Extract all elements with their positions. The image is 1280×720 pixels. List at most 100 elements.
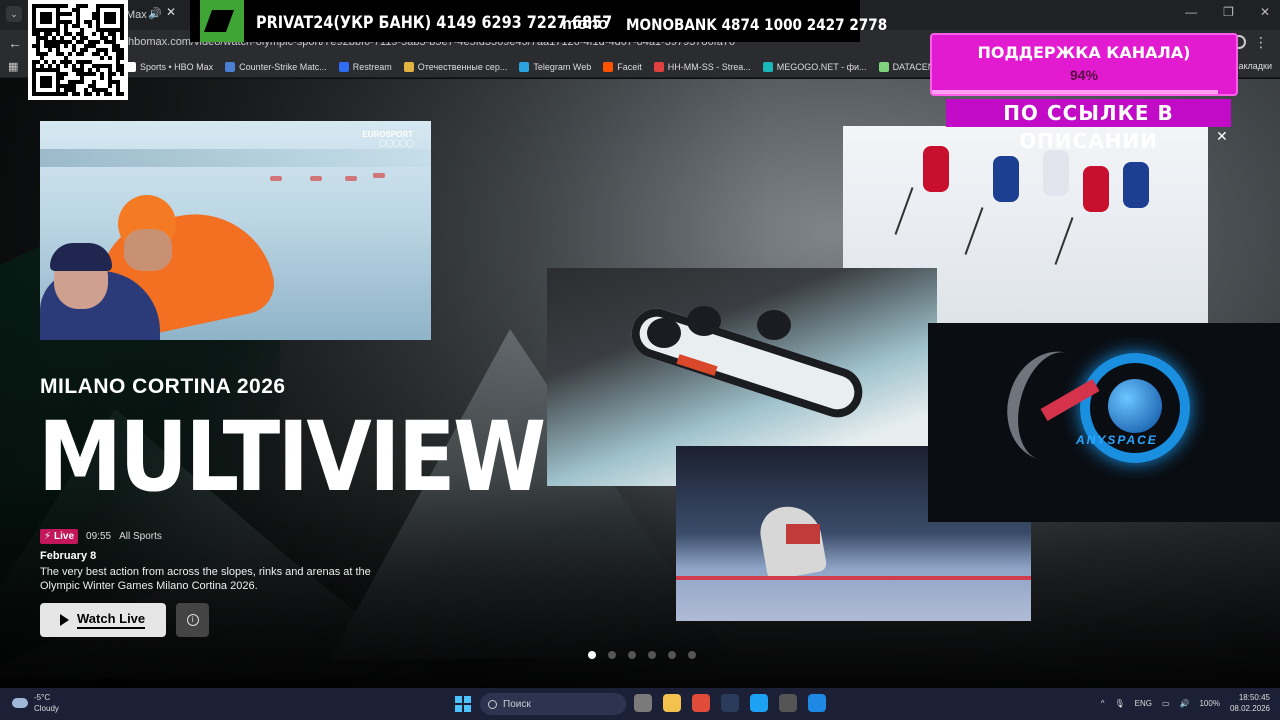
privatbank-logo	[200, 0, 244, 42]
taskbar-app-icon[interactable]	[750, 694, 768, 712]
taskbar-app-icon[interactable]	[779, 694, 797, 712]
bookmark-favicon-icon	[338, 62, 349, 72]
bookmark-list: Sports • HBO Max Counter-Strike Matc... Re…	[126, 56, 1003, 78]
mono-card-text: MONOBANK 4874 1000 2427 2778	[626, 15, 888, 34]
bookmark-item[interactable]: Telegram Web	[519, 62, 591, 72]
watch-live-button[interactable]: Watch Live	[40, 603, 166, 637]
payment-banner: PRIVAT24(УКР БАНК) 4149 6293 7227 6857 m…	[190, 0, 887, 42]
temperature: -5°C	[34, 693, 51, 702]
close-window-icon[interactable]: ✕	[1260, 5, 1270, 19]
bookmark-label: MEGOGO.NET - фи...	[776, 62, 867, 72]
carousel-dot[interactable]	[688, 651, 696, 659]
tray-chevron-icon[interactable]: ^	[1101, 699, 1105, 708]
taskbar-search[interactable]: Поиск	[480, 693, 626, 715]
overlay-close-icon[interactable]: ✕	[1216, 128, 1228, 145]
battery-level[interactable]: 100%	[1199, 699, 1219, 708]
preview-video[interactable]: EUROSPORT ◯◯◯◯◯	[40, 121, 431, 340]
search-icon	[488, 699, 497, 709]
live-icon: ⚡	[44, 531, 52, 542]
live-badge: ⚡ Live	[40, 529, 79, 544]
hbo-max-page: ANYSPACE EUROSPORT ◯◯◯◯◯ MILANO CORTINA …	[0, 79, 1280, 688]
support-progress-bar	[932, 90, 1218, 94]
minimize-icon[interactable]: —	[1185, 5, 1197, 19]
carousel-dot[interactable]	[588, 651, 596, 659]
link-in-description-banner: ПО ССЫЛКЕ В ОПИСАНИИ	[946, 99, 1231, 153]
system-tray: ^ 🎙 ENG ▭ 🔊 100% 18:50:45 08.02.2026	[1101, 692, 1270, 714]
bookmark-item[interactable]: Faceit	[603, 62, 642, 72]
volume-icon[interactable]: 🔊	[1180, 699, 1190, 708]
bookmark-label: Faceit	[617, 62, 642, 72]
bookmark-favicon-icon	[519, 62, 530, 72]
mono-logo: mono	[562, 14, 609, 33]
bookmark-favicon-icon	[603, 62, 614, 72]
carousel-dots	[588, 651, 696, 659]
taskbar-app-icon[interactable]	[634, 694, 652, 712]
bookmark-favicon-icon	[403, 62, 414, 72]
start-menu-icon[interactable]	[455, 696, 471, 712]
back-arrow-icon[interactable]: ←	[8, 35, 22, 51]
hero-meta: ⚡ Live 09:55 All Sports	[40, 529, 162, 544]
bookmark-favicon-icon	[225, 62, 236, 72]
play-icon	[60, 614, 69, 626]
hero-description: The very best action from across the slo…	[40, 566, 371, 592]
bookmark-favicon-icon	[653, 62, 664, 72]
start-time: 09:55	[86, 531, 112, 542]
apps-grid-icon[interactable]: ▦	[8, 60, 18, 73]
window-controls: — ❐ ✕	[1185, 5, 1270, 19]
bookmark-item[interactable]: Отечественные сер...	[403, 62, 508, 72]
eurosport-logo: EUROSPORT ◯◯◯◯◯	[362, 130, 414, 147]
privat-card-text: PRIVAT24(УКР БАНК) 4149 6293 7227 6857	[256, 13, 613, 33]
bookmark-label: Telegram Web	[533, 62, 592, 72]
language-indicator[interactable]: ENG	[1135, 699, 1152, 708]
bookmark-label: Отечественные сер...	[417, 62, 508, 72]
clock-date: 08.02.2026	[1229, 704, 1270, 713]
carousel-dot[interactable]	[628, 651, 636, 659]
bookmark-label: HH-MM-SS - Strea...	[667, 62, 751, 72]
hero-title: MULTIVIEW	[38, 401, 546, 513]
tab-close-icon[interactable]: ✕	[166, 5, 176, 19]
bookmark-item[interactable]: HH-MM-SS - Strea...	[653, 62, 751, 72]
restore-icon[interactable]: ❐	[1223, 5, 1234, 19]
network-icon[interactable]: ▭	[1162, 699, 1170, 708]
support-percent: 94%	[1069, 67, 1099, 83]
tab-list-icon[interactable]: ⌄	[6, 6, 22, 22]
taskbar-app-icon[interactable]	[721, 694, 739, 712]
taskbar-app-icon[interactable]	[808, 694, 826, 712]
more-info-button[interactable]: i	[176, 603, 209, 637]
bookmark-label: Sports • HBO Max	[140, 62, 214, 72]
category-label: All Sports	[119, 531, 162, 542]
bookmarks-folder[interactable]: закладки	[1234, 61, 1272, 71]
bookmark-favicon-icon	[762, 62, 773, 72]
tab-audio-icon[interactable]: 🔊	[148, 7, 162, 20]
watch-live-label: Watch Live	[77, 611, 146, 629]
tab-title: Max	[126, 9, 147, 21]
taskbar-app-icon[interactable]	[663, 694, 681, 712]
microphone-icon[interactable]: 🎙	[1114, 699, 1124, 708]
info-icon: i	[186, 614, 199, 626]
weather-widget[interactable]: -5°C Cloudy	[12, 692, 59, 714]
event-date: February 8	[40, 550, 97, 562]
bookmark-favicon-icon	[878, 62, 889, 72]
taskbar-apps	[634, 694, 826, 712]
weather-condition: Cloudy	[34, 704, 59, 713]
bookmark-item[interactable]: Restream	[338, 62, 392, 72]
bookmark-item[interactable]: MEGOGO.NET - фи...	[762, 62, 867, 72]
anyspace-wordmark: ANYSPACE	[1076, 433, 1158, 447]
qr-code	[28, 0, 128, 100]
support-goal-box: ПОДДЕРЖКА КАНАЛА) 94%	[930, 33, 1238, 96]
bookmark-item[interactable]: Sports • HBO Max	[126, 62, 213, 72]
taskbar-app-icon[interactable]	[692, 694, 710, 712]
browser-menu-icon[interactable]: ⋮	[1254, 34, 1268, 51]
taskbar-clock[interactable]: 18:50:45 08.02.2026	[1230, 692, 1270, 714]
search-placeholder: Поиск	[503, 698, 531, 710]
bookmark-label: Restream	[352, 62, 392, 72]
cloud-icon	[12, 698, 28, 708]
clock-time: 18:50:45	[1238, 693, 1270, 702]
carousel-dot[interactable]	[608, 651, 616, 659]
bookmark-item[interactable]: Counter-Strike Matc...	[225, 62, 327, 72]
windows-taskbar: -5°C Cloudy Поиск ^ 🎙 ENG ▭ 🔊 100% 18:50…	[0, 688, 1280, 720]
support-title: ПОДДЕРЖКА КАНАЛА)	[977, 43, 1191, 62]
carousel-dot[interactable]	[648, 651, 656, 659]
anyspace-logo-tile: ANYSPACE	[928, 323, 1280, 522]
carousel-dot[interactable]	[668, 651, 676, 659]
